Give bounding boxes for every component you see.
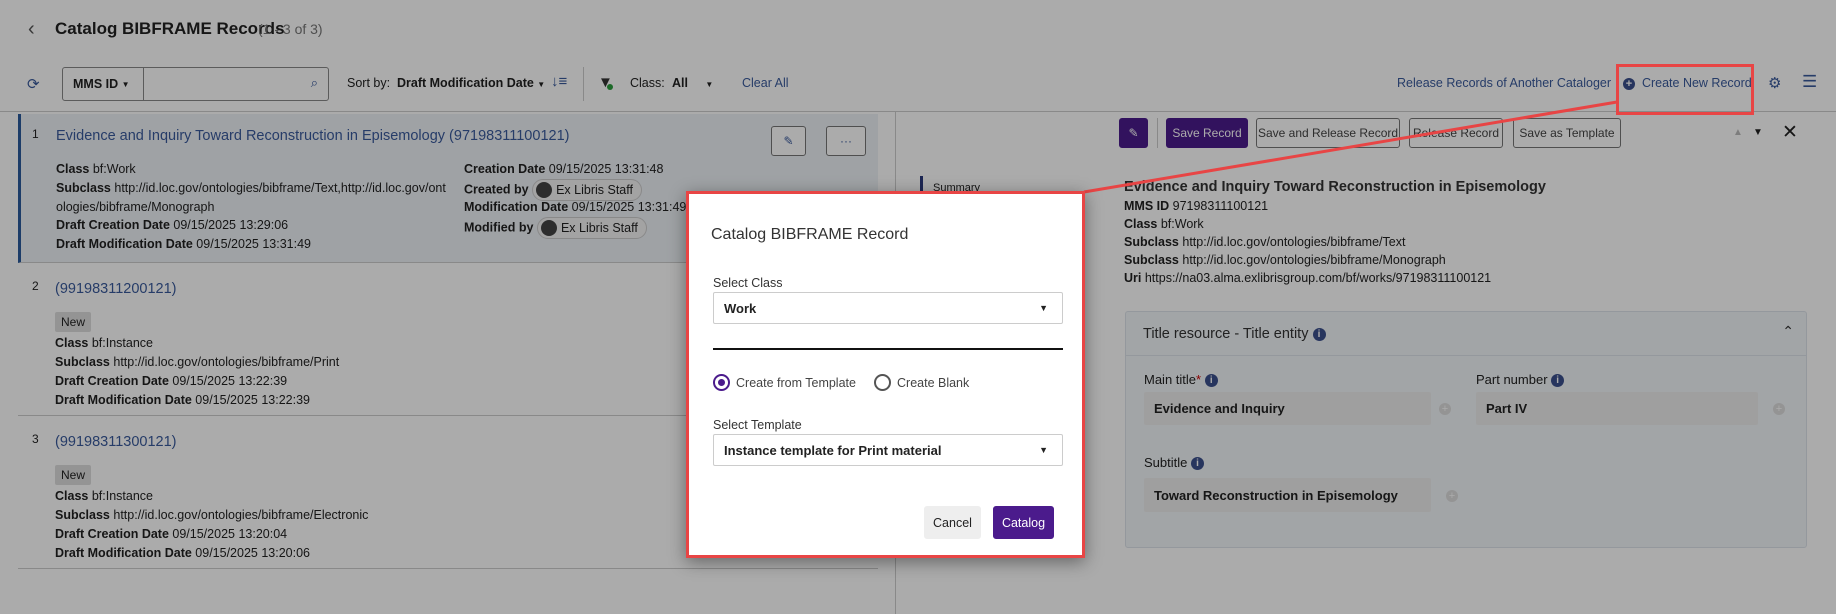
dialog-title: Catalog BIBFRAME Record xyxy=(711,226,909,243)
select-class-value: Work xyxy=(724,300,757,316)
radio-create-from-template[interactable]: Create from Template xyxy=(713,374,856,391)
catalog-record-dialog: Catalog BIBFRAME Record Select Class Wor… xyxy=(686,191,1085,558)
radio-label: Create from Template xyxy=(736,375,856,390)
radio-selected-icon xyxy=(713,374,730,391)
radio-unselected-icon xyxy=(874,374,891,391)
select-template-dropdown[interactable]: Instance template for Print material ▼ xyxy=(713,434,1063,466)
dropdown-caret-icon: ▼ xyxy=(1039,303,1048,313)
cancel-button[interactable]: Cancel xyxy=(924,506,981,539)
radio-create-blank[interactable]: Create Blank xyxy=(874,374,969,391)
select-template-label: Select Template xyxy=(713,418,802,432)
select-class-label: Select Class xyxy=(713,276,783,290)
divider xyxy=(713,348,1063,350)
select-template-value: Instance template for Print material xyxy=(724,442,942,458)
catalog-button[interactable]: Catalog xyxy=(993,506,1054,539)
radio-label: Create Blank xyxy=(897,375,970,390)
select-class-dropdown[interactable]: Work ▼ xyxy=(713,292,1063,324)
dropdown-caret-icon: ▼ xyxy=(1039,445,1048,455)
